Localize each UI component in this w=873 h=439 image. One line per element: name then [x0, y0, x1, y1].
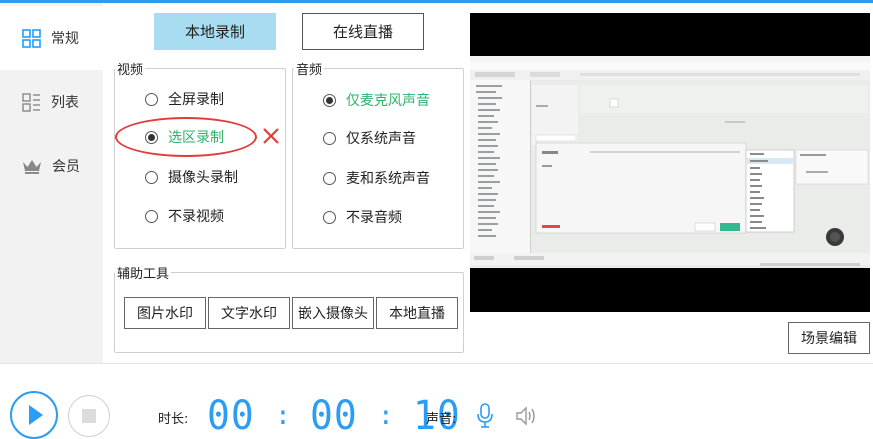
radio-label: 摄像头录制 [168, 170, 238, 186]
radio-button[interactable] [323, 210, 336, 224]
preview-screenshot [470, 56, 870, 268]
stop-button[interactable] [68, 395, 110, 437]
speaker-icon[interactable] [515, 405, 539, 427]
audio-group-title: 音频 [294, 59, 325, 78]
duration-label: 时长: [158, 412, 189, 427]
sidebar-item-general[interactable]: 常规 [0, 6, 103, 70]
timer-separator: : [378, 401, 395, 431]
radio-button[interactable] [145, 170, 158, 184]
radio-label: 选区录制 [168, 130, 224, 146]
text-watermark-button[interactable]: 文字水印 [208, 297, 290, 329]
radio-label: 全屏录制 [168, 92, 224, 108]
radio-button[interactable] [145, 209, 158, 223]
radio-no-video[interactable]: 不录视频 [145, 206, 224, 226]
radio-button[interactable] [323, 171, 336, 185]
sound-label: 声音: [426, 412, 457, 427]
sidebar-item-label: 常规 [51, 31, 79, 47]
radio-label: 不录音频 [346, 210, 402, 226]
radio-label: 不录视频 [168, 209, 224, 225]
embed-camera-button[interactable]: 嵌入摄像头 [292, 297, 374, 329]
close-icon [263, 128, 279, 144]
radio-label: 麦和系统声音 [346, 171, 430, 187]
radio-button[interactable] [145, 130, 158, 144]
radio-fullscreen-record[interactable]: 全屏录制 [145, 89, 224, 109]
play-icon [29, 405, 43, 425]
radio-label: 仅麦克风声音 [346, 93, 430, 109]
timer-separator: : [275, 401, 292, 431]
video-group-title: 视频 [115, 59, 146, 78]
scene-edit-button[interactable]: 场景编辑 [788, 322, 870, 354]
radio-button[interactable] [323, 131, 336, 145]
local-live-button[interactable]: 本地直播 [376, 297, 458, 329]
sidebar-item-label: 会员 [52, 159, 80, 175]
video-preview [470, 13, 870, 312]
timer-hours: 00 [207, 393, 255, 439]
bottom-divider [0, 363, 873, 364]
sidebar-item-label: 列表 [51, 95, 79, 111]
recording-timer: 00:00:10 [207, 394, 463, 438]
image-watermark-button[interactable]: 图片水印 [124, 297, 206, 329]
sidebar-item-member[interactable]: 会员 [0, 134, 103, 198]
sidebar: 常规 列表 会员 [0, 3, 103, 363]
radio-no-audio[interactable]: 不录音频 [323, 207, 402, 227]
radio-label: 仅系统声音 [346, 131, 416, 147]
list-icon [22, 92, 41, 112]
grid-icon [22, 28, 41, 48]
radio-button[interactable] [145, 92, 158, 106]
play-button[interactable] [10, 391, 58, 439]
radio-region-record[interactable]: 选区录制 [145, 127, 224, 147]
crown-icon [22, 158, 42, 175]
sidebar-item-list[interactable]: 列表 [0, 70, 103, 134]
radio-system-only[interactable]: 仅系统声音 [323, 128, 416, 148]
microphone-icon[interactable] [476, 403, 494, 429]
tools-group-title: 辅助工具 [115, 263, 172, 282]
tab-live-stream[interactable]: 在线直播 [302, 13, 424, 50]
radio-mic-only[interactable]: 仅麦克风声音 [323, 90, 430, 110]
radio-button[interactable] [323, 93, 336, 107]
radio-camera-record[interactable]: 摄像头录制 [145, 167, 238, 187]
radio-mic-and-system[interactable]: 麦和系统声音 [323, 168, 430, 188]
timer-minutes: 00 [309, 393, 358, 439]
top-accent-bar [0, 0, 873, 3]
tab-local-record[interactable]: 本地录制 [154, 13, 276, 50]
